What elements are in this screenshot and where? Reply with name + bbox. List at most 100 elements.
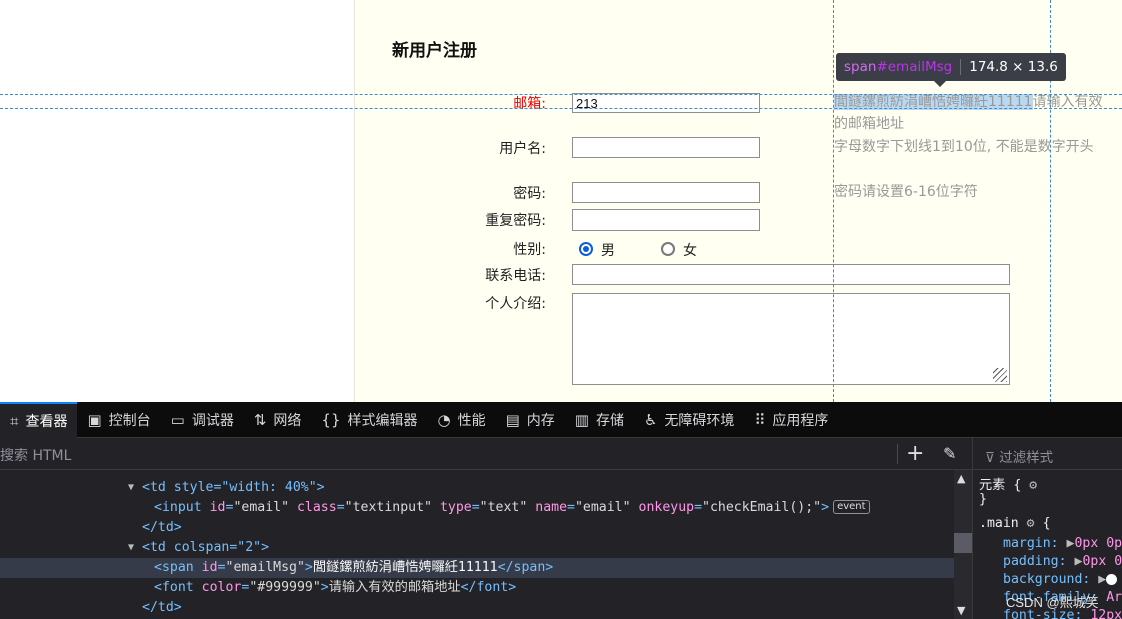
prop-name: margin: xyxy=(1003,536,1059,551)
tab-debugger[interactable]: ▭ 调试器 xyxy=(161,402,244,438)
attr-value: "email" xyxy=(233,500,290,515)
markup-line-clipped xyxy=(145,470,954,478)
webpage-viewport: 新用户注册 邮箱: 閭鐩鏍煎紡涓嶆悎娉曪紝11111请输入有效的邮箱地址 用户名… xyxy=(0,0,1122,402)
tooltip-id: #emailMsg xyxy=(876,59,953,75)
tab-label: 查看器 xyxy=(25,413,68,430)
accessibility-icon: ♿ xyxy=(643,410,658,429)
markup-line-td1-close[interactable]: </td> xyxy=(0,518,954,538)
html-search-input[interactable]: 搜索 HTML xyxy=(0,445,71,465)
username-label: 用户名: xyxy=(499,141,546,157)
markup-line-span-selected[interactable]: <span id="emailMsg">閭鐩鏍煎紡涓嶆悎娉曪紝11111</sp… xyxy=(0,558,954,578)
tab-accessibility[interactable]: ♿ 无障碍环境 xyxy=(634,402,744,438)
element-rule: 元素 { ⚙ xyxy=(979,474,1037,493)
email-label: 邮箱: xyxy=(513,96,546,112)
gender-male-radio[interactable] xyxy=(579,242,593,256)
scroll-up-icon[interactable]: ▲ xyxy=(957,472,965,485)
toolbar-divider xyxy=(897,444,898,464)
markup-line-font[interactable]: <font color="#999999">请输入有效的邮箱地址</font> xyxy=(0,578,954,598)
span-open-tag: <span xyxy=(154,560,194,575)
font-close-tag: </font> xyxy=(460,580,517,595)
td-close-tag: </td> xyxy=(142,520,182,535)
markup-scrollbar[interactable]: ▲ ▼ xyxy=(954,470,972,619)
prop-name: background: xyxy=(1003,572,1091,587)
tab-label: 存储 xyxy=(595,412,624,429)
devtools-panel: ⌗ 查看器 ▣ 控制台 ▭ 调试器 ⇅ 网络 {} 样式编辑器 ◔ 性能 ▤ 内存 ▥ 存储 ♿… xyxy=(0,401,1122,619)
inspector-tooltip: span #emailMsg 174.8 × 13.6 xyxy=(836,53,1066,87)
email-hint-block: 閭鐩鏍煎紡涓嶆悎娉曪紝11111请输入有效的邮箱地址 xyxy=(834,91,1104,135)
resize-grip-icon[interactable] xyxy=(993,368,1007,382)
filter-styles-label: 过滤样式 xyxy=(999,450,1054,466)
event-badge[interactable]: event xyxy=(833,500,870,514)
markup-line-input[interactable]: <input id="email" class="textinput" type… xyxy=(0,498,954,518)
element-rule-close: } xyxy=(979,492,987,507)
td2-open-tag: <td colspan="2"> xyxy=(142,540,270,555)
main-selector: .main xyxy=(979,516,1019,531)
console-icon: ▣ xyxy=(87,410,102,429)
prop-value: 0px 0 xyxy=(1082,554,1122,569)
prop-margin[interactable]: margin: ▶0px 0p xyxy=(1003,536,1122,551)
highlight-guide-top xyxy=(0,94,1122,95)
password-input[interactable] xyxy=(572,182,760,203)
devtools-tabbar: ⌗ 查看器 ▣ 控制台 ▭ 调试器 ⇅ 网络 {} 样式编辑器 ◔ 性能 ▤ 内存 ▥ 存储 ♿… xyxy=(0,401,1122,438)
expand-arrow-icon[interactable]: ▼ xyxy=(128,538,134,558)
font-open-tag: <font xyxy=(154,580,194,595)
intro-textarea[interactable] xyxy=(572,293,1010,385)
highlight-guide-left xyxy=(833,0,834,402)
markup-line-td2[interactable]: ▼ <td colspan="2"> xyxy=(0,538,954,558)
tab-network[interactable]: ⇅ 网络 xyxy=(244,402,312,438)
email-input[interactable] xyxy=(572,93,760,113)
tab-storage[interactable]: ▥ 存储 xyxy=(565,402,634,438)
rule-brace: { xyxy=(1042,516,1051,531)
tab-inspector[interactable]: ⌗ 查看器 xyxy=(0,401,78,438)
attr-value: "checkEmail();" xyxy=(702,500,822,515)
password-label: 密码: xyxy=(513,186,546,202)
attr-value: "text" xyxy=(479,500,528,515)
storage-icon: ▥ xyxy=(574,410,589,429)
tab-application[interactable]: ⠿ 应用程序 xyxy=(744,402,838,438)
expand-arrow-icon[interactable]: ▼ xyxy=(128,478,134,498)
tab-console[interactable]: ▣ 控制台 xyxy=(77,402,160,438)
markup-line-td2-close[interactable]: </td> xyxy=(0,598,954,618)
tooltip-size: 174.8 × 13.6 xyxy=(969,59,1058,75)
color-swatch-icon[interactable] xyxy=(1106,573,1118,585)
style-editor-icon: {} xyxy=(321,410,341,429)
prop-value: 0px 0p xyxy=(1074,536,1122,551)
highlight-guide-bottom xyxy=(0,108,1122,109)
td1-open-tag: <td style="width: 40%"> xyxy=(142,480,325,495)
tab-performance[interactable]: ◔ 性能 xyxy=(428,402,496,438)
attr-name: name xyxy=(535,500,568,515)
eyedropper-icon[interactable]: ✎ xyxy=(943,444,956,463)
gender-male-label: 男 xyxy=(601,243,615,259)
html-search-bar: 搜索 HTML + ✎ xyxy=(0,438,972,470)
scroll-down-icon[interactable]: ▼ xyxy=(957,604,965,617)
tab-style-editor[interactable]: {} 样式编辑器 xyxy=(311,402,427,438)
username-input[interactable] xyxy=(572,137,760,158)
tab-label: 内存 xyxy=(526,412,555,429)
phone-input[interactable] xyxy=(572,264,1010,285)
gear-icon[interactable]: ⚙ xyxy=(1027,516,1035,531)
font-text: 请输入有效的邮箱地址 xyxy=(328,580,461,595)
markup-line-td1[interactable]: ▼ <td style="width: 40%"> xyxy=(0,478,954,498)
filter-styles-input[interactable]: ⊽ 过滤样式 xyxy=(973,438,1122,470)
confirm-password-label: 重复密码: xyxy=(485,213,546,229)
gear-icon[interactable]: ⚙ xyxy=(1029,478,1037,493)
gender-label: 性别: xyxy=(513,242,546,258)
add-node-icon[interactable]: + xyxy=(906,441,924,466)
tab-label: 应用程序 xyxy=(772,412,829,429)
scroll-thumb[interactable] xyxy=(954,533,972,553)
confirm-password-input[interactable] xyxy=(572,209,760,231)
attr-value: "textinput" xyxy=(344,500,432,515)
attr-value: "#999999" xyxy=(249,580,321,595)
phone-label: 联系电话: xyxy=(485,268,546,284)
page-title: 新用户注册 xyxy=(392,41,477,61)
prop-background[interactable]: background: ▶ xyxy=(1003,572,1118,587)
attr-name: color xyxy=(201,580,242,595)
attr-name: class xyxy=(296,500,337,515)
tab-label: 控制台 xyxy=(108,412,151,429)
input-tag-name: input xyxy=(161,500,202,515)
tab-memory[interactable]: ▤ 内存 xyxy=(496,402,565,438)
span-close-tag: </span> xyxy=(497,560,554,575)
gender-female-radio[interactable] xyxy=(661,242,675,256)
span-text: 閭鐩鏍煎紡涓嶆悎娉曪紝11111 xyxy=(312,560,498,575)
prop-padding[interactable]: padding: ▶0px 0 xyxy=(1003,554,1122,569)
